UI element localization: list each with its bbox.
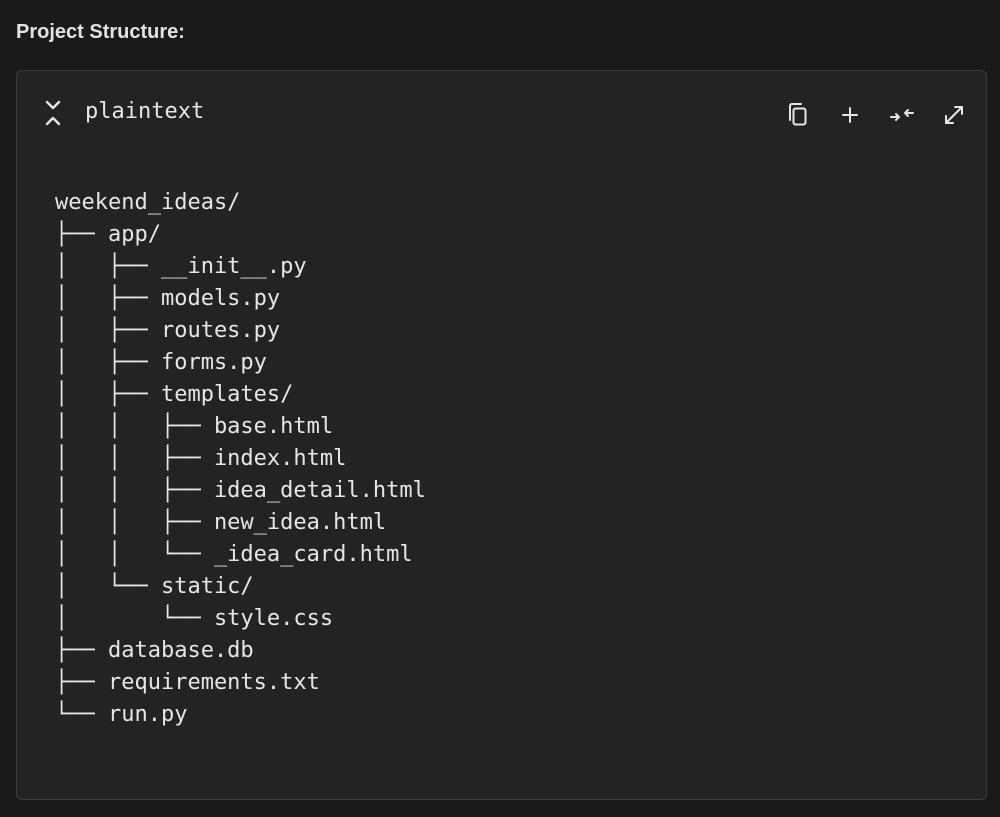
code-line: │ │ ├── index.html xyxy=(55,446,347,471)
section-title: Project Structure: xyxy=(16,21,185,43)
code-line: │ │ ├── idea_detail.html xyxy=(55,478,426,503)
plus-icon xyxy=(842,107,858,123)
compress-icon xyxy=(890,109,914,121)
code-line: ├── app/ xyxy=(55,222,161,247)
code-block-header: plaintext xyxy=(17,71,986,151)
code-line: │ ├── forms.py xyxy=(55,350,267,375)
code-line: weekend_ideas/ xyxy=(55,190,241,215)
code-toolbar xyxy=(782,99,970,131)
code-line: │ │ ├── base.html xyxy=(55,414,334,439)
code-line: │ ├── models.py xyxy=(55,286,281,311)
code-line: │ └── style.css xyxy=(55,606,334,631)
insert-button[interactable] xyxy=(834,99,866,131)
code-line: │ ├── __init__.py xyxy=(55,254,307,279)
code-line: │ │ ├── new_idea.html xyxy=(55,510,387,535)
copy-button[interactable] xyxy=(782,99,814,131)
code-line: └── run.py xyxy=(55,702,188,727)
code-line: │ └── static/ xyxy=(55,574,254,599)
language-label: plaintext xyxy=(85,99,205,124)
collapse-lines-button[interactable] xyxy=(886,99,918,131)
collapse-toggle-icon[interactable] xyxy=(43,99,63,127)
code-content: weekend_ideas/ ├── app/ │ ├── __init__.py │… xyxy=(55,187,426,731)
code-line: │ ├── routes.py xyxy=(55,318,281,343)
code-block: plaintext weekend_ideas/ ├── app/ │ ├── … xyxy=(16,70,987,800)
expand-button[interactable] xyxy=(938,99,970,131)
expand-icon xyxy=(945,106,963,124)
code-line: ├── requirements.txt xyxy=(55,670,320,695)
code-line: ├── database.db xyxy=(55,638,254,663)
code-line: │ ├── templates/ xyxy=(55,382,294,407)
code-line: │ │ └── _idea_card.html xyxy=(55,542,413,567)
copy-icon xyxy=(789,103,807,126)
